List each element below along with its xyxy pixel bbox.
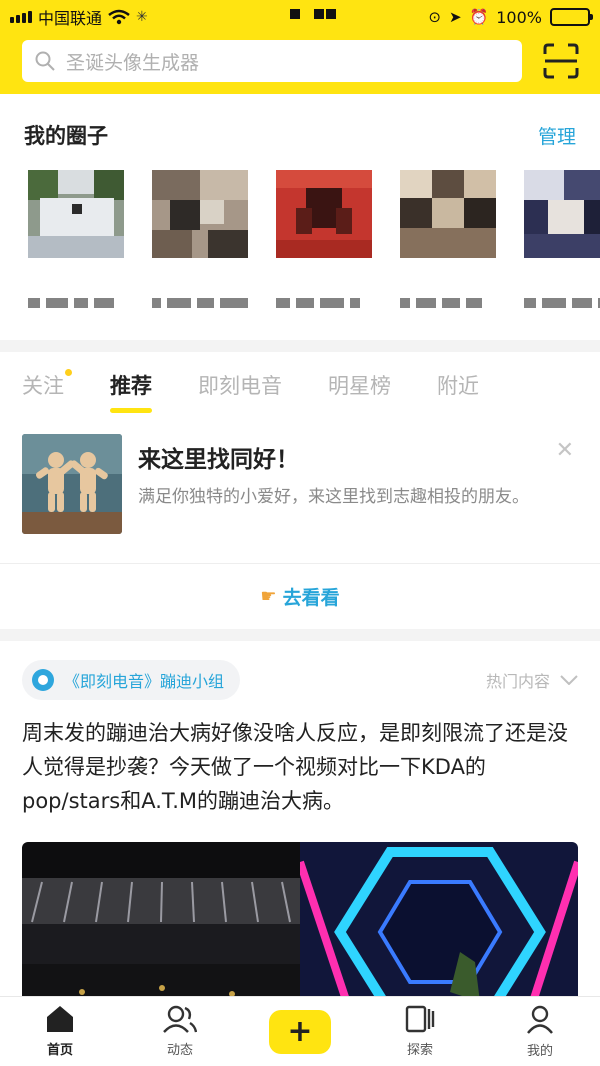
tab-label: 关注 bbox=[22, 374, 64, 398]
search-input[interactable]: 圣诞头像生成器 bbox=[22, 40, 522, 82]
home-icon bbox=[47, 1006, 73, 1032]
go-see-button[interactable]: ☛ 去看看 bbox=[0, 563, 600, 629]
section-divider bbox=[0, 340, 600, 352]
lock-rotation-icon: ⊙ bbox=[428, 8, 441, 26]
feed-post[interactable]: 《即刻电音》蹦迪小组 热门内容 周末发的蹦迪治大病好像没啥人反应，是即刻限流了还… bbox=[0, 646, 600, 1042]
group-icon bbox=[32, 669, 54, 691]
group-name: 《即刻电音》蹦迪小组 bbox=[64, 672, 225, 691]
chevron-down-icon bbox=[560, 675, 578, 685]
find-friends-card[interactable]: 来这里找同好！ 满足你独特的小爱好，来这里找到志趣相投的朋友。 ✕ bbox=[22, 434, 578, 538]
explore-icon bbox=[405, 1005, 435, 1033]
tabbar-home[interactable]: 首页 bbox=[20, 1005, 100, 1058]
tab-recommended[interactable]: 推荐 bbox=[110, 365, 152, 413]
tab-electronic-music[interactable]: 即刻电音 bbox=[198, 365, 282, 405]
circle-avatar[interactable] bbox=[276, 170, 372, 308]
promo-thumbnail bbox=[22, 434, 122, 534]
signal-icon bbox=[10, 11, 32, 23]
tabbar-label: 探索 bbox=[406, 1043, 433, 1058]
tab-following[interactable]: 关注 bbox=[22, 365, 72, 405]
tab-label: 附近 bbox=[437, 374, 479, 398]
go-see-label: 去看看 bbox=[282, 587, 340, 609]
active-tab-indicator bbox=[110, 408, 152, 413]
tabbar-explore[interactable]: 探索 bbox=[380, 1005, 460, 1058]
battery-icon bbox=[550, 8, 593, 26]
tabbar-activity[interactable]: 动态 bbox=[140, 1005, 220, 1058]
search-icon bbox=[35, 51, 55, 71]
my-circles-section: 我的圈子 管理 bbox=[0, 94, 600, 340]
tab-label: 推荐 bbox=[110, 374, 152, 398]
feed-tabs: 关注 推荐 即刻电音 明星榜 附近 bbox=[0, 352, 600, 418]
circle-avatar[interactable] bbox=[152, 170, 248, 308]
circle-avatar[interactable] bbox=[524, 170, 600, 308]
friends-icon bbox=[163, 1005, 197, 1033]
notch-marker bbox=[290, 9, 336, 19]
unread-dot bbox=[65, 369, 72, 376]
carrier-label: 中国联通 bbox=[38, 9, 103, 28]
close-icon[interactable]: ✕ bbox=[556, 438, 574, 463]
tab-label: 即刻电音 bbox=[198, 374, 282, 398]
hot-content-label: 热门内容 bbox=[485, 672, 550, 691]
status-bar: 中国联通 ✳ ⊙ ➤ ⏰ 100% bbox=[0, 0, 600, 34]
post-text: 周末发的蹦迪治大病好像没啥人反应，是即刻限流了还是没人觉得是抄袭？今天做了一个视… bbox=[22, 721, 568, 813]
tabbar-label: 我的 bbox=[526, 1044, 553, 1059]
promo-title: 来这里找同好！ bbox=[138, 447, 299, 473]
hot-content-dropdown[interactable]: 热门内容 bbox=[486, 668, 578, 692]
tab-label: 明星榜 bbox=[328, 374, 391, 398]
wifi-icon bbox=[108, 9, 130, 25]
section-divider bbox=[0, 629, 600, 641]
group-chip[interactable]: 《即刻电音》蹦迪小组 bbox=[22, 660, 241, 700]
tab-nearby[interactable]: 附近 bbox=[437, 365, 479, 405]
plus-icon: + bbox=[269, 1009, 331, 1054]
location-icon: ➤ bbox=[448, 8, 462, 26]
alarm-icon: ⏰ bbox=[469, 8, 489, 26]
circle-avatar[interactable] bbox=[400, 170, 496, 308]
tabbar-label: 动态 bbox=[166, 1043, 193, 1058]
top-header: 中国联通 ✳ ⊙ ➤ ⏰ 100% 圣诞头像生成器 bbox=[0, 0, 600, 94]
manage-button[interactable]: 管理 bbox=[538, 122, 576, 149]
tab-star-ranking[interactable]: 明星榜 bbox=[328, 365, 391, 405]
scan-icon[interactable] bbox=[542, 42, 580, 80]
battery-percent: 100% bbox=[496, 7, 542, 27]
my-circles-title: 我的圈子 bbox=[24, 124, 108, 148]
search-placeholder: 圣诞头像生成器 bbox=[66, 51, 200, 74]
loading-icon: ✳ bbox=[136, 9, 148, 25]
tabbar-label: 首页 bbox=[46, 1043, 73, 1058]
promo-description: 满足你独特的小爱好，来这里找到志趣相投的朋友。 bbox=[138, 487, 529, 507]
pointing-hand-icon: ☛ bbox=[260, 586, 277, 607]
profile-icon bbox=[527, 1005, 553, 1034]
circle-avatar[interactable] bbox=[28, 170, 124, 308]
tabbar-profile[interactable]: 我的 bbox=[500, 1004, 580, 1059]
bottom-tab-bar: 首页 动态 + 探索 我的 bbox=[0, 996, 600, 1066]
tabbar-create[interactable]: + bbox=[260, 1009, 340, 1054]
